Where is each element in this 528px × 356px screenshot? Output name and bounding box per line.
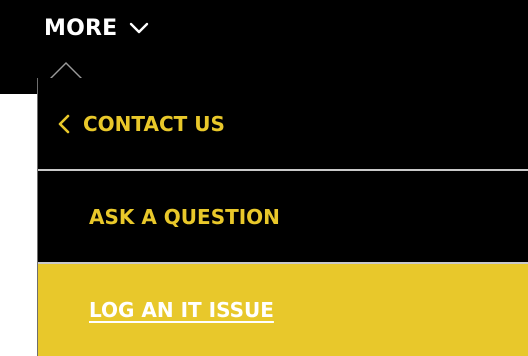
more-dropdown-menu: CONTACT US ASK A QUESTION LOG AN IT ISSU… (37, 78, 528, 356)
more-menu-button[interactable]: MORE (44, 8, 149, 48)
chevron-left-icon (58, 114, 70, 133)
more-label: MORE (44, 15, 118, 41)
chevron-down-icon (130, 22, 149, 34)
menu-pointer (51, 64, 81, 79)
back-label: CONTACT US (83, 111, 225, 136)
menu-item-ask-a-question[interactable]: ASK A QUESTION (38, 171, 528, 264)
menu-item-log-an-it-issue[interactable]: LOG AN IT ISSUE (38, 264, 528, 356)
menu-item-label: LOG AN IT ISSUE (89, 298, 274, 322)
dropdown-panel: CONTACT US ASK A QUESTION LOG AN IT ISSU… (37, 78, 528, 356)
menu-item-label: ASK A QUESTION (89, 204, 280, 229)
back-to-contact-us[interactable]: CONTACT US (38, 78, 528, 171)
